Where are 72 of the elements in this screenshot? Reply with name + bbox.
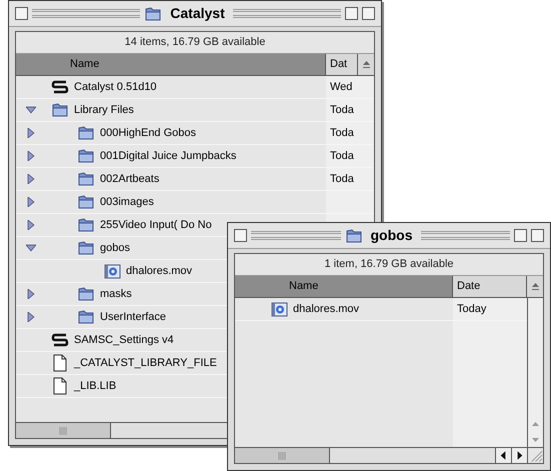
date-text: Wed <box>329 80 352 95</box>
disclosure-triangle[interactable] <box>26 151 36 161</box>
column-header[interactable]: Name <box>235 276 453 297</box>
horizontal-scrollbar[interactable] <box>111 423 227 438</box>
column-header[interactable]: Name <box>16 54 326 75</box>
folder-icon <box>77 286 95 302</box>
file-name[interactable]: masks <box>96 286 132 302</box>
folder-icon <box>77 309 95 325</box>
s-logo-icon <box>51 331 69 349</box>
scrollbar-thumb[interactable] <box>235 448 330 463</box>
document-icon <box>53 354 67 372</box>
document-icon <box>53 377 67 395</box>
folder-icon <box>144 6 162 22</box>
folder-icon <box>77 125 95 141</box>
scrollbar-thumb[interactable] <box>16 423 111 438</box>
file-name[interactable]: dhalores.mov <box>289 300 360 318</box>
disclosure-triangle[interactable] <box>26 243 36 253</box>
s-logo-icon <box>51 78 69 96</box>
folder-icon <box>77 217 95 233</box>
disclosure-triangle[interactable] <box>26 312 36 322</box>
date-text: Toda <box>329 126 354 141</box>
file-name[interactable]: 002Artbeats <box>96 170 160 188</box>
collapse-box[interactable] <box>362 7 375 20</box>
file-name[interactable]: 001Digital Juice Jumpbacks <box>96 148 236 164</box>
movie-file-icon <box>270 300 288 318</box>
grip-icon <box>278 452 286 460</box>
items-info: 14 items, 16.79 GB available <box>124 35 266 50</box>
folder-icon <box>77 240 95 256</box>
horizontal-scrollbar[interactable] <box>330 448 495 463</box>
file-name[interactable]: gobos <box>96 240 130 256</box>
grip-icon <box>59 426 67 434</box>
file-name[interactable]: UserInterface <box>96 308 166 326</box>
column-header[interactable]: Dat <box>326 54 358 75</box>
folder-icon <box>51 102 69 118</box>
folder-icon <box>344 228 362 244</box>
disclosure-triangle[interactable] <box>26 289 36 299</box>
movie-file-icon <box>104 262 120 280</box>
items-info: 1 item, 16.79 GB available <box>324 257 454 272</box>
scroll-right-icon[interactable] <box>511 448 527 463</box>
file-name[interactable]: dhalores.mov <box>122 262 192 280</box>
disclosure-triangle[interactable] <box>26 197 36 207</box>
disclosure-triangle[interactable] <box>26 128 36 138</box>
resize-grip-icon[interactable] <box>527 448 543 463</box>
file-name[interactable]: 003images <box>96 194 154 210</box>
folder-icon <box>77 171 95 187</box>
folder-icon <box>77 194 95 210</box>
file-name[interactable]: 255Video Input( Do No <box>96 216 212 234</box>
collapse-box[interactable] <box>531 229 544 242</box>
window-title: Catalyst <box>169 4 226 23</box>
file-name[interactable]: Library Files <box>70 102 134 118</box>
zoom-box[interactable] <box>345 7 358 20</box>
date-text: Today <box>456 302 486 317</box>
file-name[interactable]: SAMSC_Settings v4 <box>70 332 174 348</box>
date-text: Toda <box>329 172 354 187</box>
sort-direction-icon[interactable] <box>530 282 540 291</box>
date-text: Toda <box>329 148 354 164</box>
file-name[interactable]: _LIB.LIB <box>70 378 116 394</box>
zoom-box[interactable] <box>514 229 527 242</box>
disclosure-triangle[interactable] <box>26 174 36 184</box>
date-text: Toda <box>329 102 354 118</box>
disclosure-triangle[interactable] <box>26 105 36 115</box>
close-box[interactable] <box>234 229 247 242</box>
column-header[interactable]: Date <box>453 276 527 297</box>
disclosure-triangle[interactable] <box>26 220 36 230</box>
file-name[interactable]: 000HighEnd Gobos <box>96 124 196 142</box>
scroll-left-icon[interactable] <box>495 448 511 463</box>
sort-direction-icon[interactable] <box>362 60 370 69</box>
close-box[interactable] <box>15 7 28 20</box>
window-title: gobos <box>370 226 414 245</box>
file-name[interactable]: Catalyst 0.51d10 <box>70 78 157 96</box>
file-name[interactable]: _CATALYST_LIBRARY_FILE <box>70 354 217 372</box>
folder-icon <box>77 148 95 164</box>
